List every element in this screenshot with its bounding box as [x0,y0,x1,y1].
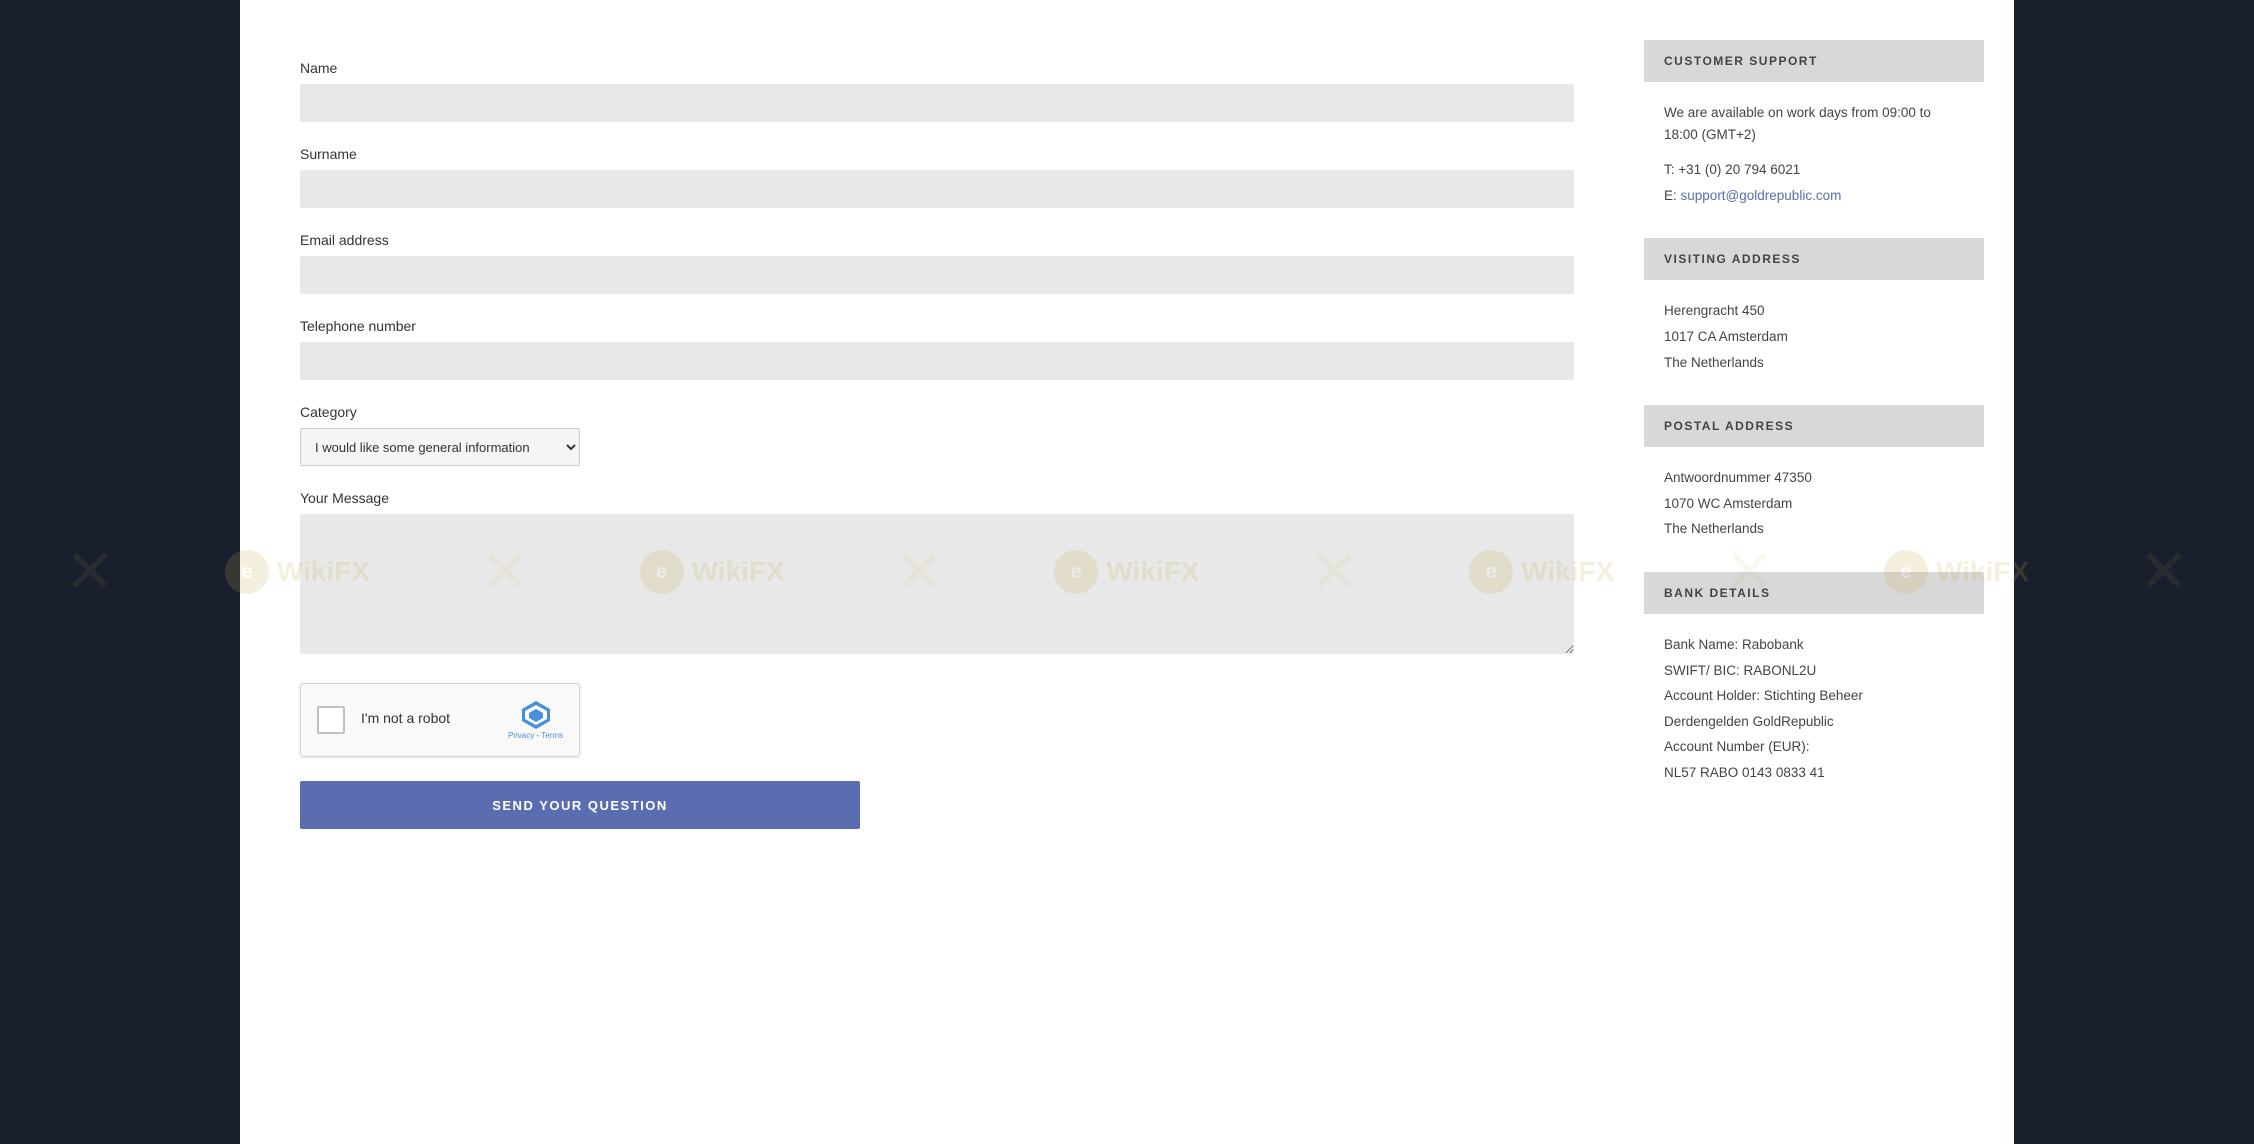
account-holder-2: Derdengelden GoldRepublic [1664,711,1964,733]
right-info-section: CUSTOMER SUPPORT We are available on wor… [1634,40,2014,1104]
name-input[interactable] [300,84,1574,122]
email-line: E: support@goldrepublic.com [1664,185,1964,207]
visiting-line3: The Netherlands [1664,352,1964,374]
bank-details-header: BANK DETAILS [1644,572,1984,614]
account-number: NL57 RABO 0143 0833 41 [1664,762,1964,784]
page-wrapper: Name Surname Email address Telephone num… [0,0,2254,1144]
email-link[interactable]: support@goldrepublic.com [1681,188,1842,203]
dark-sidebar-right [2014,0,2254,1144]
bank-name: Bank Name: Rabobank [1664,634,1964,656]
email-label: Email address [300,232,1574,248]
swift-bic: SWIFT/ BIC: RABONL2U [1664,660,1964,682]
postal-line1: Antwoordnummer 47350 [1664,467,1964,489]
recaptcha-checkbox[interactable] [317,706,345,734]
postal-line2: 1070 WC Amsterdam [1664,493,1964,515]
contact-form-section: Name Surname Email address Telephone num… [240,40,1634,1104]
name-field: Name [300,60,1574,122]
telephone-input[interactable] [300,342,1574,380]
postal-address-card: POSTAL ADDRESS Antwoordnummer 47350 1070… [1644,405,1984,568]
main-content: Name Surname Email address Telephone num… [240,0,2014,1144]
surname-field: Surname [300,146,1574,208]
account-holder: Account Holder: Stichting Beheer [1664,685,1964,707]
customer-support-card: CUSTOMER SUPPORT We are available on wor… [1644,40,1984,234]
bank-details-body: Bank Name: Rabobank SWIFT/ BIC: RABONL2U… [1644,614,1984,812]
recaptcha-privacy-link[interactable]: Privacy [508,731,534,740]
recaptcha-terms-link[interactable]: Terms [541,731,563,740]
email-field: Email address [300,232,1574,294]
visiting-address-header: VISITING ADDRESS [1644,238,1984,280]
postal-address-body: Antwoordnummer 47350 1070 WC Amsterdam T… [1644,447,1984,568]
email-label: E: [1664,188,1677,203]
email-input[interactable] [300,256,1574,294]
postal-address-header: POSTAL ADDRESS [1644,405,1984,447]
telephone-label: Telephone number [300,318,1574,334]
visiting-address-body: Herengracht 450 1017 CA Amsterdam The Ne… [1644,280,1984,401]
category-label: Category [300,404,1574,420]
dark-sidebar-left [0,0,240,1144]
recaptcha-text-area: I'm not a robot [361,710,492,730]
phone-value: +31 (0) 20 794 6021 [1678,162,1800,177]
name-label: Name [300,60,1574,76]
postal-line3: The Netherlands [1664,518,1964,540]
recaptcha-branding: Privacy - Terms [508,699,563,741]
customer-support-body: We are available on work days from 09:00… [1644,82,1984,234]
telephone-field: Telephone number [300,318,1574,380]
customer-support-header: CUSTOMER SUPPORT [1644,40,1984,82]
submit-button[interactable]: SEND YOUR QUESTION [300,781,860,829]
visiting-line1: Herengracht 450 [1664,300,1964,322]
account-number-label: Account Number (EUR): [1664,736,1964,758]
recaptcha-label: I'm not a robot [361,710,492,726]
category-field: Category I would like some general infor… [300,404,1574,466]
surname-input[interactable] [300,170,1574,208]
message-textarea[interactable] [300,514,1574,654]
message-label: Your Message [300,490,1574,506]
availability-text: We are available on work days from 09:00… [1664,102,1964,145]
recaptcha-logo-icon [520,699,552,731]
visiting-address-card: VISITING ADDRESS Herengracht 450 1017 CA… [1644,238,1984,401]
phone-line: T: +31 (0) 20 794 6021 [1664,159,1964,181]
recaptcha-widget[interactable]: I'm not a robot Privacy - Terms [300,683,580,757]
phone-label: T: [1664,162,1675,177]
visiting-line2: 1017 CA Amsterdam [1664,326,1964,348]
bank-details-card: BANK DETAILS Bank Name: Rabobank SWIFT/ … [1644,572,1984,812]
category-select[interactable]: I would like some general information I … [300,428,580,466]
message-field: Your Message [300,490,1574,659]
surname-label: Surname [300,146,1574,162]
